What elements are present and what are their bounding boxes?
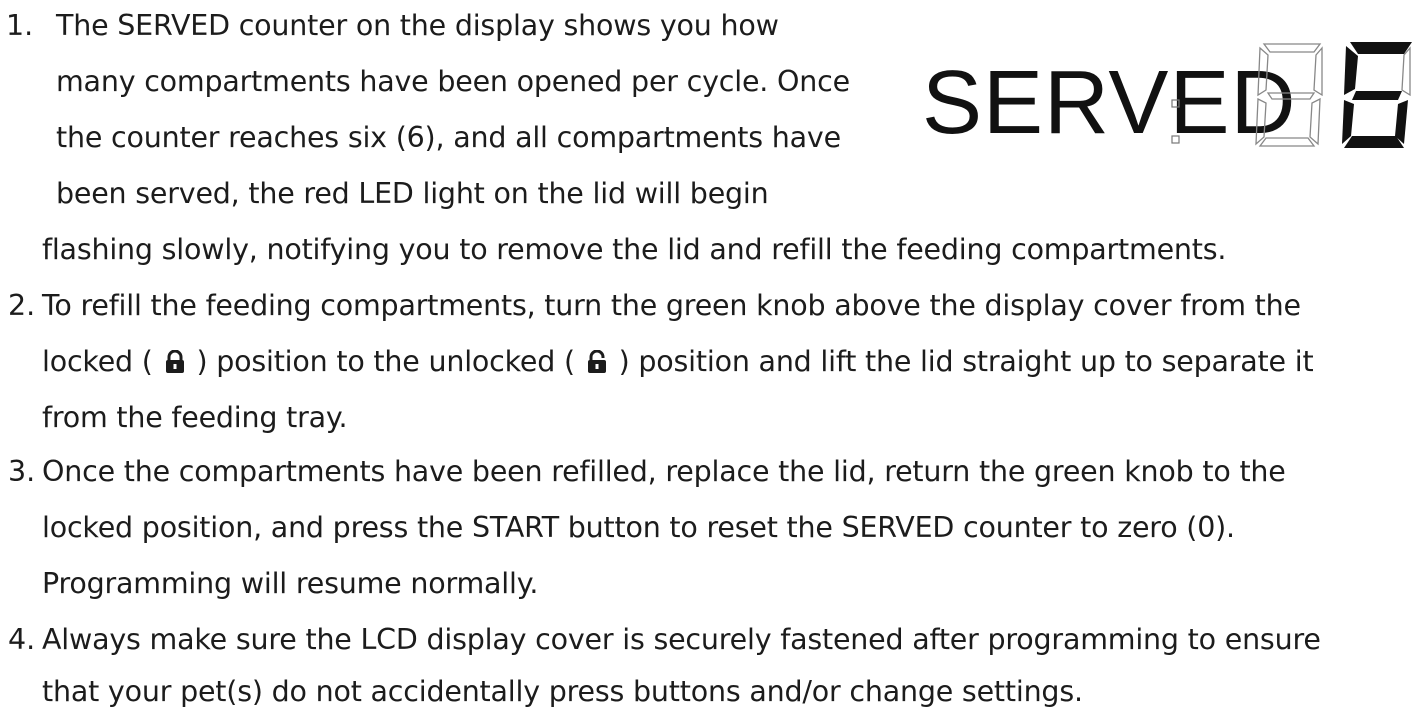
- colon-icon: [1171, 99, 1180, 144]
- locked-padlock-icon: [164, 345, 186, 373]
- item-3-line-1: Once the compartments have been refilled…: [42, 455, 1286, 488]
- item-1-line-4: been served, the red LED light on the li…: [56, 177, 769, 210]
- item-number: 4.: [8, 623, 36, 656]
- item-1-line-1: The SERVED counter on the display shows …: [56, 9, 779, 42]
- item-number: 3.: [8, 455, 36, 488]
- item-2-text-b: ) position to the unlocked (: [196, 345, 575, 378]
- seven-segment-digits: 6: [1252, 40, 1412, 148]
- item-2-line-3: from the feeding tray.: [42, 401, 348, 434]
- served-count-value: 6: [1252, 40, 1253, 41]
- item-2-text-a: locked (: [42, 345, 153, 378]
- served-label: SERVED: [922, 53, 1297, 153]
- item-2-line-2: locked ( ) position to the unlocked ( ) …: [42, 342, 1314, 382]
- item-1-line-3: the counter reaches six (6), and all com…: [56, 121, 841, 154]
- item-3-line-2: locked position, and press the START but…: [42, 511, 1235, 544]
- item-1-line-2: many compartments have been opened per c…: [56, 65, 850, 98]
- item-number: 2.: [8, 289, 36, 322]
- item-number: 1.: [6, 9, 34, 42]
- item-3-line-3: Programming will resume normally.: [42, 567, 539, 600]
- item-1-line-5: flashing slowly, notifying you to remove…: [42, 233, 1227, 266]
- item-4-line-1: Always make sure the LCD display cover i…: [42, 623, 1321, 656]
- item-2-line-1: To refill the feeding compartments, turn…: [42, 289, 1301, 322]
- unlocked-padlock-icon: [586, 345, 608, 373]
- item-2-text-c: ) position and lift the lid straight up …: [618, 345, 1314, 378]
- item-4-line-2: that your pet(s) do not accidentally pre…: [42, 675, 1083, 708]
